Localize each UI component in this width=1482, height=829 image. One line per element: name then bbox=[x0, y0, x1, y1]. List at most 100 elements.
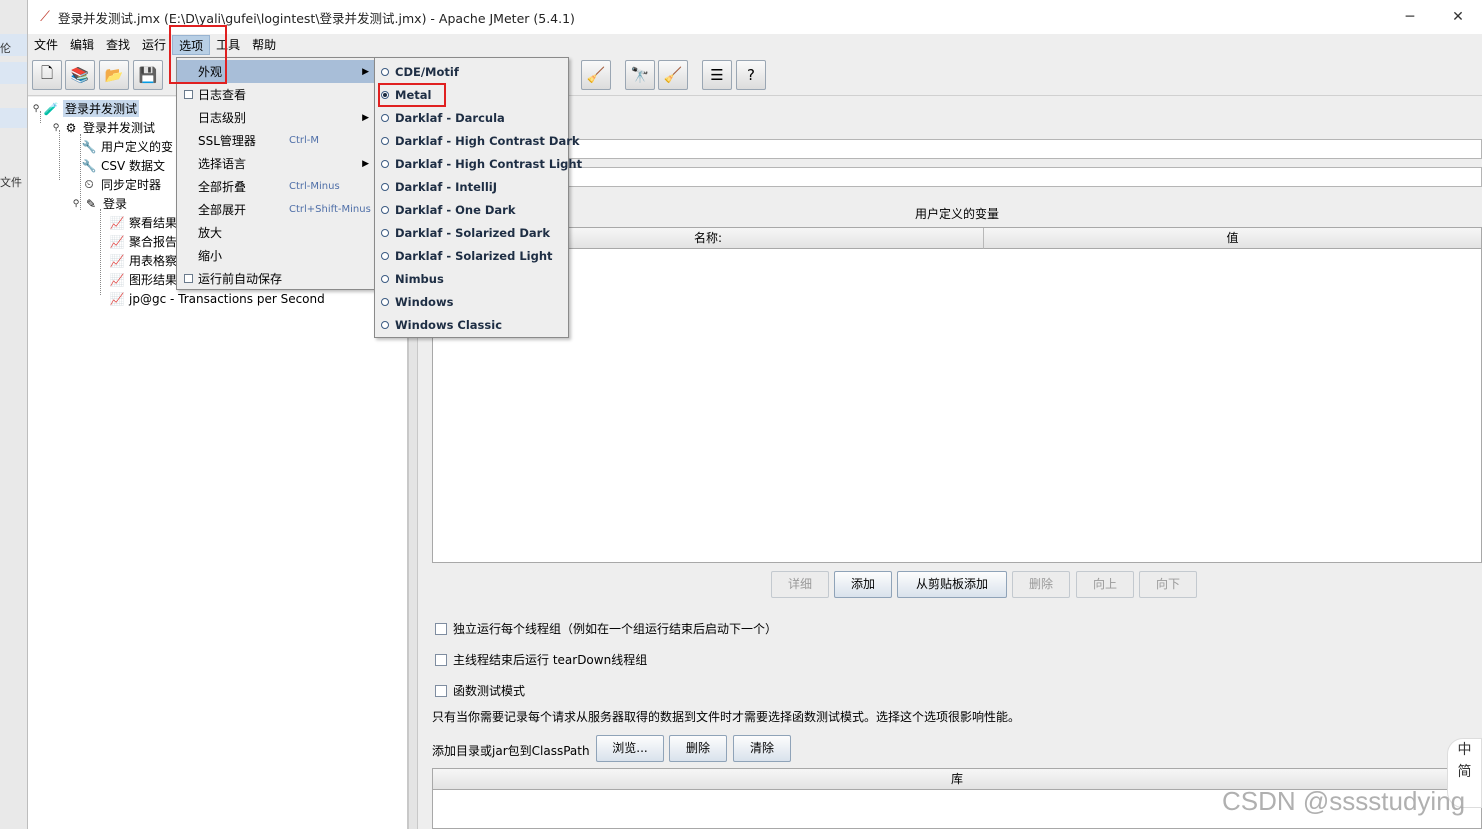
tree-node[interactable]: 🔧 用户定义的变 bbox=[80, 137, 174, 156]
clear-all-icon[interactable]: 🧹 bbox=[581, 60, 611, 90]
listener-chart-icon: 📈 bbox=[109, 291, 125, 306]
laf-item[interactable]: CDE/Motif bbox=[375, 60, 568, 83]
add-from-clipboard-button[interactable]: 从剪贴板添加 bbox=[897, 571, 1007, 598]
checkbox-box[interactable] bbox=[435, 622, 447, 635]
help-icon[interactable]: ? bbox=[736, 60, 766, 90]
tree-node[interactable]: ⏲ 同步定时器 bbox=[80, 175, 161, 194]
menu-item-ssl-manager[interactable]: SSL管理器 Ctrl-M bbox=[177, 129, 374, 152]
function-helper-icon[interactable]: ☰ bbox=[702, 60, 732, 90]
radio-button[interactable] bbox=[381, 182, 389, 191]
browse-button[interactable]: 浏览... bbox=[596, 735, 664, 762]
menu-item-log-viewer[interactable]: 日志查看 bbox=[177, 83, 374, 106]
expand-toggle-icon[interactable]: ⚲ bbox=[30, 104, 42, 114]
minimize-button[interactable]: ─ bbox=[1386, 0, 1434, 34]
tree-node[interactable]: ⚲ ✎ 登录 bbox=[70, 194, 127, 213]
move-down-button[interactable]: 向下 bbox=[1139, 571, 1197, 598]
classpath-delete-button[interactable]: 删除 bbox=[669, 735, 727, 762]
menu-item-label: 缩小 bbox=[198, 249, 223, 263]
templates-icon[interactable]: 📚 bbox=[65, 60, 95, 90]
delete-button[interactable]: 删除 bbox=[1012, 571, 1070, 598]
radio-button[interactable] bbox=[381, 67, 389, 76]
menu-item-zoom-in[interactable]: 放大 bbox=[177, 221, 374, 244]
listener-chart-icon: 📈 bbox=[109, 272, 125, 287]
options-menu: 外观 ▶ 日志查看 日志级别 ▶ SSL管理器 Ctrl-M 选择语言 ▶ 全部… bbox=[176, 57, 375, 290]
menu-checkbox[interactable] bbox=[184, 90, 193, 99]
watermark: CSDN @sssstudying bbox=[1222, 786, 1466, 816]
listener-chart-icon: 📈 bbox=[109, 234, 125, 249]
menu-edit[interactable]: 编辑 bbox=[64, 35, 100, 55]
menu-checkbox[interactable] bbox=[184, 274, 193, 283]
tree-node-label: jp@gc - Transactions per Second bbox=[129, 291, 325, 306]
radio-button[interactable] bbox=[381, 205, 389, 214]
tree-node[interactable]: 🔧 CSV 数据文 bbox=[80, 156, 166, 175]
menu-item-collapse-all[interactable]: 全部折叠 Ctrl-Minus bbox=[177, 175, 374, 198]
column-header-value[interactable]: 值 bbox=[984, 228, 1481, 249]
menu-run[interactable]: 运行 bbox=[136, 35, 172, 55]
laf-item[interactable]: Darklaf - One Dark bbox=[375, 198, 568, 221]
laf-item[interactable]: Darklaf - Solarized Dark bbox=[375, 221, 568, 244]
functional-mode-checkbox[interactable]: 函数测试模式 bbox=[435, 682, 525, 699]
checkbox-label: 独立运行每个线程组（例如在一个组运行结束后启动下一个） bbox=[453, 622, 778, 636]
menu-shortcut: Ctrl+Shift-Minus bbox=[289, 204, 371, 215]
radio-button[interactable] bbox=[381, 228, 389, 237]
menu-item-language[interactable]: 选择语言 ▶ bbox=[177, 152, 374, 175]
expand-toggle-icon[interactable]: ⚲ bbox=[50, 123, 62, 133]
radio-button[interactable] bbox=[381, 320, 389, 329]
menu-item-zoom-out[interactable]: 缩小 bbox=[177, 244, 374, 267]
tree-node[interactable]: 📈 用表格察 bbox=[108, 251, 178, 270]
tree-node[interactable]: ⚲ 🧪 登录并发测试 bbox=[30, 99, 140, 118]
menu-help[interactable]: 帮助 bbox=[246, 35, 282, 55]
checkbox-box[interactable] bbox=[435, 684, 447, 697]
laf-item[interactable]: Darklaf - Solarized Light bbox=[375, 244, 568, 267]
tree-node-label: 同步定时器 bbox=[101, 178, 162, 192]
tree-node[interactable]: 📈 图形结果 bbox=[108, 270, 178, 289]
tree-node[interactable]: 📈 jp@gc - Transactions per Second bbox=[108, 289, 325, 308]
radio-button[interactable] bbox=[381, 136, 389, 145]
laf-item-label: Nimbus bbox=[395, 271, 444, 286]
config-wrench-icon: 🔧 bbox=[81, 139, 97, 154]
teardown-checkbox[interactable]: 主线程结束后运行 tearDown线程组 bbox=[435, 651, 647, 668]
tree-node[interactable]: 📈 察看结果 bbox=[108, 213, 178, 232]
timer-icon: ⏲ bbox=[84, 177, 94, 191]
radio-button[interactable] bbox=[381, 113, 389, 122]
radio-button[interactable] bbox=[381, 297, 389, 306]
ime-mode-label: 中 bbox=[1457, 742, 1472, 758]
checkbox-box[interactable] bbox=[435, 653, 447, 666]
user-vars-table[interactable]: 名称: 值 bbox=[432, 227, 1482, 563]
laf-item[interactable]: Nimbus bbox=[375, 267, 568, 290]
comments-field[interactable] bbox=[568, 167, 1482, 187]
radio-button[interactable] bbox=[381, 159, 389, 168]
laf-item-label: Darklaf - Solarized Dark bbox=[395, 225, 550, 240]
laf-item[interactable]: Darklaf - IntelliJ bbox=[375, 175, 568, 198]
move-up-button[interactable]: 向上 bbox=[1076, 571, 1134, 598]
expand-toggle-icon[interactable]: ⚲ bbox=[70, 199, 82, 209]
tree-node[interactable]: 📈 聚合报告 bbox=[108, 232, 178, 251]
laf-item[interactable]: Windows Classic bbox=[375, 313, 568, 336]
serialize-threadgroups-checkbox[interactable]: 独立运行每个线程组（例如在一个组运行结束后启动下一个） bbox=[435, 620, 777, 637]
add-button[interactable]: 添加 bbox=[834, 571, 892, 598]
menu-file[interactable]: 文件 bbox=[28, 35, 64, 55]
menu-item-expand-all[interactable]: 全部展开 Ctrl+Shift-Minus bbox=[177, 198, 374, 221]
menu-item-log-level[interactable]: 日志级别 ▶ bbox=[177, 106, 374, 129]
classpath-clear-button[interactable]: 清除 bbox=[733, 735, 791, 762]
menu-item-label: 全部展开 bbox=[198, 203, 247, 217]
broom-icon[interactable]: 🧹 bbox=[658, 60, 688, 90]
open-icon[interactable]: 📂 bbox=[99, 60, 129, 90]
save-icon[interactable]: 💾 bbox=[133, 60, 163, 90]
classpath-label: 添加目录或jar包到ClassPath bbox=[432, 744, 590, 758]
name-field[interactable] bbox=[568, 139, 1482, 159]
laf-item-label: Windows Classic bbox=[395, 317, 503, 332]
menu-search[interactable]: 查找 bbox=[100, 35, 136, 55]
menu-item-autosave[interactable]: 运行前自动保存 bbox=[177, 267, 374, 290]
laf-item[interactable]: Darklaf - High Contrast Light bbox=[375, 152, 582, 175]
tree-node[interactable]: ⚲ ⚙ 登录并发测试 bbox=[50, 118, 155, 137]
radio-button[interactable] bbox=[381, 274, 389, 283]
detail-button[interactable]: 详细 bbox=[771, 571, 829, 598]
laf-item[interactable]: Windows bbox=[375, 290, 568, 313]
binoculars-icon[interactable]: 🔭 bbox=[625, 60, 655, 90]
new-icon[interactable]: 🗋 bbox=[32, 60, 62, 90]
close-button[interactable]: ✕ bbox=[1434, 0, 1482, 34]
laf-item[interactable]: Darklaf - High Contrast Dark bbox=[375, 129, 580, 152]
laf-item[interactable]: Darklaf - Darcula bbox=[375, 106, 568, 129]
radio-button[interactable] bbox=[381, 251, 389, 260]
